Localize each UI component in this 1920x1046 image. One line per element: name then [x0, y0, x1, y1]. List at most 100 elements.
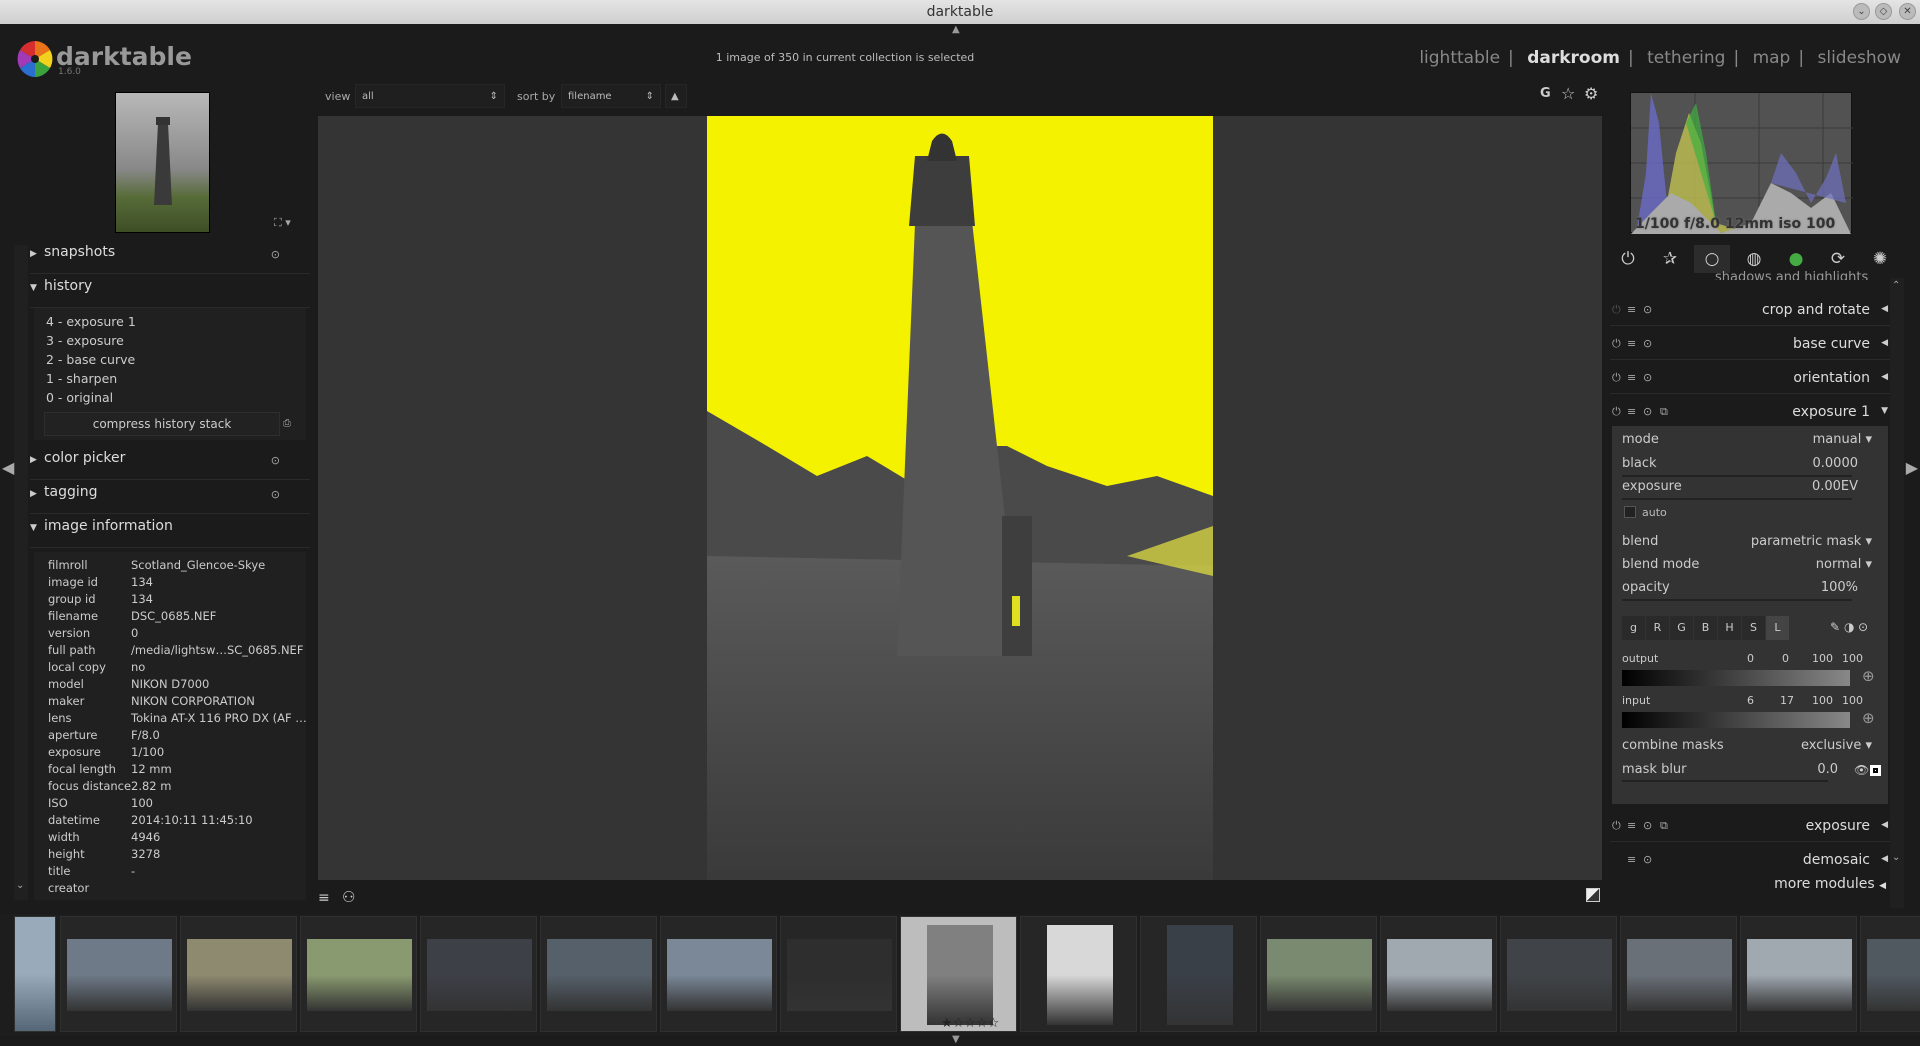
filmstrip-thumbnail[interactable] [420, 916, 537, 1032]
collapse-right-panel-icon[interactable]: ▶ [1906, 458, 1918, 477]
left-scrollbar[interactable] [14, 245, 28, 900]
channel-tab-R[interactable]: R [1646, 616, 1669, 640]
filmstrip-thumbnail[interactable] [1140, 916, 1257, 1032]
active-modules-group-icon[interactable]: ⏻ [1610, 245, 1646, 273]
sort-direction-button[interactable]: ▲ [665, 84, 687, 108]
channel-tab-L[interactable]: L [1766, 616, 1789, 640]
picker-icon[interactable]: ✎ [1830, 620, 1840, 634]
filmstrip-thumbnail[interactable]: ★☆☆☆☆ [900, 916, 1017, 1032]
module-demosaic[interactable]: ≡ ⊙ demosaic ◀ [1610, 844, 1890, 876]
gear-icon[interactable]: ⚙ [1584, 84, 1598, 103]
power-icon[interactable]: ⏻ [1612, 337, 1621, 351]
reset-icon[interactable]: ⊙ [1643, 371, 1652, 384]
combine-masks-select[interactable]: combine masks exclusive ▾ [1622, 738, 1872, 758]
duplicate-icon[interactable]: ⧉ [1660, 405, 1668, 419]
reset-icon[interactable]: ⊙ [271, 488, 280, 501]
exposure-slider[interactable]: exposure 0.00EV [1622, 479, 1872, 499]
navigation-zoom-menu[interactable]: ⛶ ▾ [274, 216, 291, 230]
history-item[interactable]: 0 - original [46, 390, 113, 405]
close-button[interactable]: ✕ [1899, 3, 1916, 20]
module-exposure-1[interactable]: ⏻ ≡ ⊙ ⧉ exposure 1 ▼ [1610, 396, 1890, 428]
filmstrip-thumbnail[interactable] [1860, 916, 1920, 1032]
power-icon[interactable]: ⏻ [1612, 405, 1621, 419]
reset-icon[interactable]: ⊙ [1643, 405, 1652, 418]
collapse-top-arrow[interactable]: ▲ [952, 24, 960, 35]
filmstrip-thumbnail[interactable] [780, 916, 897, 1032]
channel-tab-B[interactable]: B [1694, 616, 1717, 640]
filmstrip-thumbnail[interactable] [1380, 916, 1497, 1032]
display-mask-icon[interactable] [1870, 765, 1881, 776]
collapse-bottom-arrow[interactable]: ▼ [952, 1034, 960, 1045]
more-modules-button[interactable]: more modules ◀ [1774, 876, 1886, 892]
blend-select[interactable]: blend parametric mask ▾ [1622, 534, 1872, 554]
mode-select[interactable]: mode manual ▾ [1622, 432, 1872, 452]
tone-modules-group-icon[interactable]: ◍ [1736, 245, 1772, 273]
show-mask-eye-icon[interactable]: 👁 [1854, 763, 1869, 777]
add-range-icon[interactable]: ⊕ [1862, 709, 1875, 727]
reset-icon[interactable]: ⊙ [1643, 337, 1652, 350]
filmstrip-thumbnail[interactable] [180, 916, 297, 1032]
module-crop-and-rotate[interactable]: ⏻ ≡ ⊙ crop and rotate ◀ [1610, 294, 1890, 326]
grouping-button[interactable]: G [1540, 86, 1551, 101]
filmstrip-thumbnail[interactable] [60, 916, 177, 1032]
maximize-button[interactable]: ◇ [1875, 3, 1892, 20]
sort-select[interactable]: filename ⇕ [561, 84, 661, 108]
filmstrip-thumbnail[interactable] [300, 916, 417, 1032]
reset-icon[interactable]: ⊙ [1858, 620, 1868, 634]
add-range-icon[interactable]: ⊕ [1862, 667, 1875, 685]
histogram[interactable] [1630, 92, 1853, 234]
black-slider-track[interactable] [1622, 475, 1852, 477]
color-assessment-icon[interactable] [1586, 888, 1600, 902]
presets-icon[interactable]: ≡ [1627, 337, 1636, 350]
filmstrip-thumbnail[interactable] [14, 916, 56, 1032]
collapse-left-panel-icon[interactable]: ◀ [2, 458, 14, 477]
view-slideshow[interactable]: slideshow [1818, 48, 1902, 68]
create-style-icon[interactable]: ⎙ [283, 412, 299, 436]
presets-icon[interactable]: ≡ [1627, 853, 1636, 866]
channel-tab-H[interactable]: H [1718, 616, 1741, 640]
duplicate-icon[interactable]: ⧉ [1660, 819, 1668, 833]
filmstrip-thumbnail[interactable] [1740, 916, 1857, 1032]
history-item[interactable]: 2 - base curve [46, 352, 135, 367]
tagging-header[interactable]: ▶ tagging ⊙ [30, 484, 310, 514]
module-exposure[interactable]: ⏻ ≡ ⊙ ⧉ exposure ◀ [1610, 810, 1890, 842]
mask-blur-slider[interactable]: mask blur 0.0 [1622, 762, 1838, 782]
star-overlay-icon[interactable]: ☆ [1561, 84, 1575, 103]
scroll-up-icon[interactable]: ⌃ [1892, 280, 1900, 291]
power-icon[interactable]: ⏻ [1612, 819, 1621, 833]
reset-icon[interactable]: ⊙ [271, 454, 280, 467]
blend-mode-select[interactable]: blend mode normal ▾ [1622, 557, 1872, 577]
opacity-slider[interactable]: opacity 100% [1622, 580, 1872, 600]
reset-icon[interactable]: ⊙ [271, 248, 280, 261]
image-information-header[interactable]: ▼ image information [30, 518, 310, 548]
right-scrollbar[interactable] [1890, 278, 1904, 908]
favorite-modules-group-icon[interactable]: ✰ [1652, 245, 1688, 273]
channel-tab-G[interactable]: G [1670, 616, 1693, 640]
snapshots-header[interactable]: ▶ snapshots ⊙ [30, 244, 310, 274]
edited-photo[interactable] [707, 116, 1213, 880]
filmstrip-thumbnail[interactable] [1500, 916, 1617, 1032]
black-slider[interactable]: black 0.0000 [1622, 456, 1872, 476]
history-item[interactable]: 3 - exposure [46, 333, 124, 348]
power-icon[interactable]: ⏻ [1612, 303, 1621, 317]
view-darkroom[interactable]: darkroom [1527, 48, 1620, 68]
filmstrip-thumbnail[interactable] [660, 916, 777, 1032]
styles-icon[interactable]: ⚇ [342, 888, 355, 906]
filmstrip-thumbnail[interactable] [1620, 916, 1737, 1032]
presets-icon[interactable]: ≡ [1627, 371, 1636, 384]
output-range-slider[interactable] [1622, 670, 1850, 686]
module-base-curve[interactable]: ⏻ ≡ ⊙ base curve ◀ [1610, 328, 1890, 360]
history-item[interactable]: 1 - sharpen [46, 371, 117, 386]
view-lighttable[interactable]: lighttable [1419, 48, 1500, 68]
view-filter-select[interactable]: all ⇕ [355, 84, 505, 108]
menu-icon[interactable]: ≡ [318, 890, 330, 906]
module-orientation[interactable]: ⏻ ≡ ⊙ orientation ◀ [1610, 362, 1890, 394]
input-range-slider[interactable] [1622, 712, 1850, 728]
invert-icon[interactable]: ◑ [1844, 620, 1854, 634]
filmstrip-thumbnail[interactable] [1020, 916, 1137, 1032]
filmstrip[interactable]: ★☆☆☆☆ [0, 914, 1920, 1036]
minimize-button[interactable]: ⌄ [1853, 3, 1870, 20]
partial-module-header[interactable]: shadows and highlights [1715, 270, 1885, 280]
navigation-thumbnail[interactable] [115, 92, 210, 233]
color-picker-header[interactable]: ▶ color picker ⊙ [30, 450, 310, 480]
